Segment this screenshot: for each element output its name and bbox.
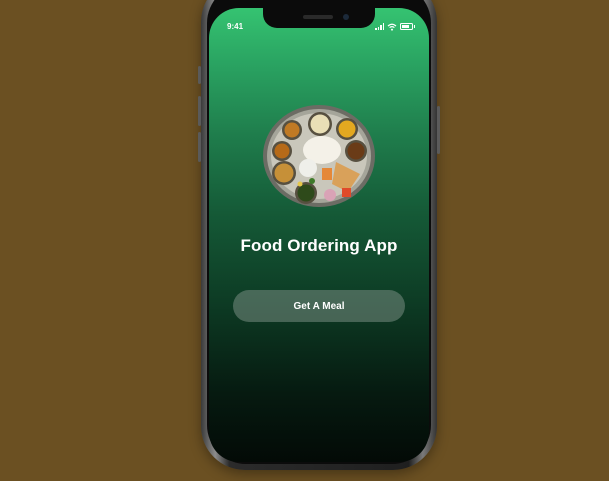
power-button bbox=[437, 106, 440, 154]
app-title: Food Ordering App bbox=[240, 236, 398, 255]
front-camera bbox=[343, 14, 349, 20]
phone-mockup: 9:41 Food Ordering App Get A Meal bbox=[198, 0, 440, 470]
thali-plate-image bbox=[263, 105, 375, 207]
status-time: 9:41 bbox=[227, 22, 244, 31]
battery-icon bbox=[400, 23, 415, 30]
speaker-grille bbox=[303, 15, 333, 19]
mute-switch bbox=[198, 66, 201, 84]
app-screen: 9:41 Food Ordering App Get A Meal bbox=[209, 8, 429, 462]
wifi-icon bbox=[387, 23, 397, 31]
status-icons bbox=[375, 22, 415, 31]
cellular-signal-icon bbox=[375, 23, 384, 30]
volume-up-button bbox=[198, 96, 201, 126]
volume-down-button bbox=[198, 132, 201, 162]
get-a-meal-button[interactable]: Get A Meal bbox=[233, 290, 405, 322]
notch bbox=[263, 8, 375, 28]
